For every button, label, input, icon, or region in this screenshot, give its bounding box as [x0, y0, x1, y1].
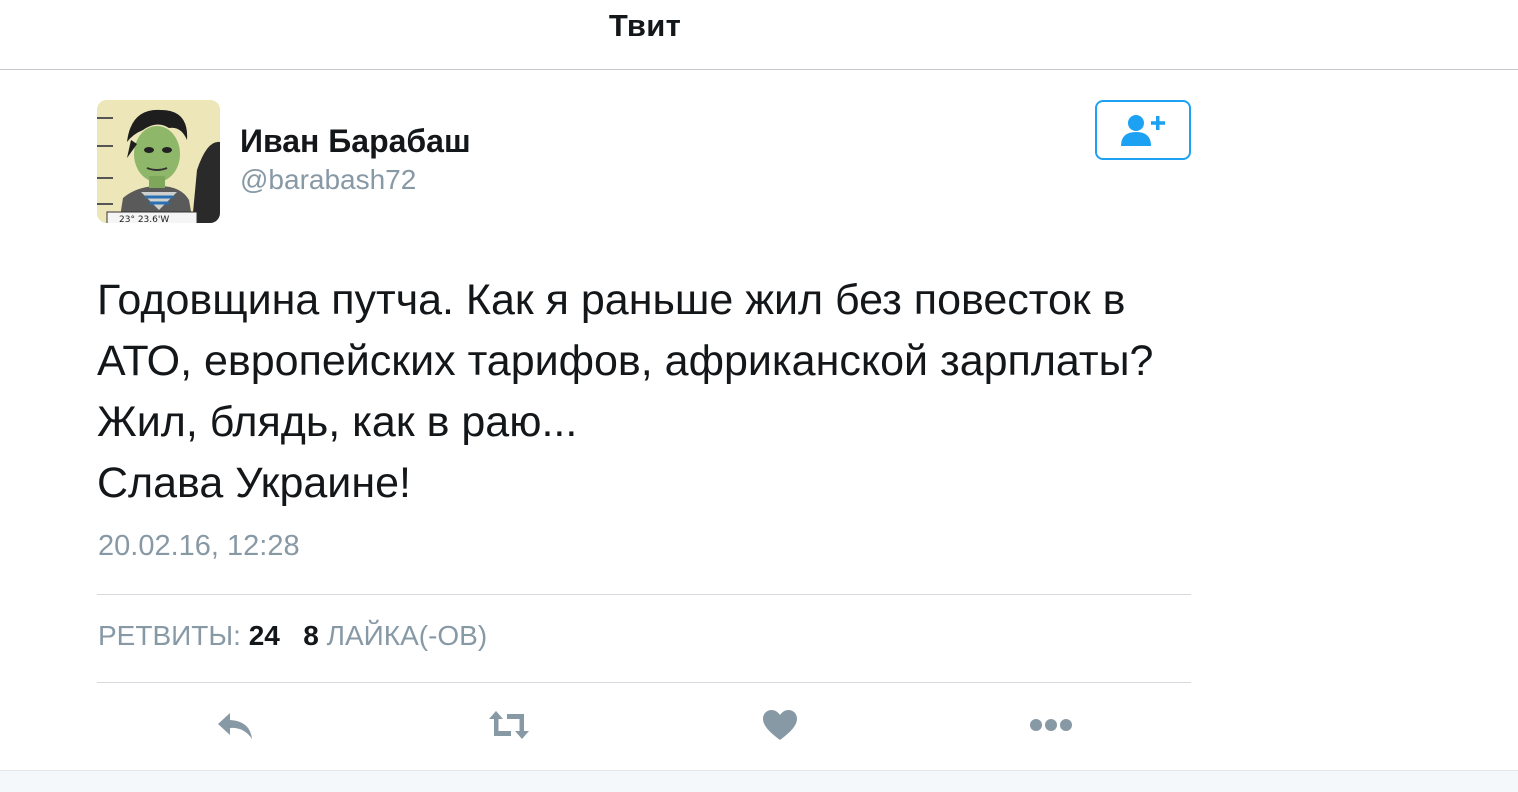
heart-icon: [763, 710, 797, 740]
follow-button[interactable]: [1095, 100, 1191, 160]
divider: [97, 682, 1191, 683]
more-icon: [1030, 719, 1072, 731]
author-handle[interactable]: @barabash72: [240, 164, 416, 196]
likes-label: ЛАЙКА(-ОВ): [326, 620, 488, 651]
avatar-placard-text: 23° 23.6'W: [119, 215, 169, 223]
retweets-count[interactable]: 24: [249, 620, 280, 651]
avatar-image: 23° 23.6'W: [97, 100, 220, 223]
likes-count[interactable]: 8: [303, 620, 319, 651]
like-button[interactable]: [760, 705, 800, 745]
tweet-stats: РЕТВИТЫ: 24 8 ЛАЙКА(-ОВ): [98, 620, 487, 652]
page-title: Твит: [608, 8, 682, 43]
tweet-text-line: Годовщина путча. Как я раньше жил без по…: [97, 276, 1126, 324]
retweet-button[interactable]: [485, 705, 533, 745]
tweet-text-line: Слава Украине!: [97, 459, 411, 507]
divider: [97, 594, 1191, 595]
more-button[interactable]: [1028, 705, 1076, 745]
avatar[interactable]: 23° 23.6'W: [97, 100, 220, 223]
reply-icon: [218, 713, 252, 739]
add-user-icon: [1121, 115, 1165, 146]
tweet-text: Годовщина путча. Как я раньше жил без по…: [97, 270, 1197, 514]
tweet-text-line: Жил, блядь, как в раю...: [97, 398, 578, 446]
retweet-icon: [489, 711, 529, 739]
retweets-label: РЕТВИТЫ:: [98, 620, 241, 651]
reply-button[interactable]: [216, 705, 256, 745]
tweet-text-line: АТО, европейских тарифов, африканской за…: [97, 337, 1154, 385]
timestamp: 20.02.16, 12:28: [98, 530, 300, 562]
bottom-separator: [0, 770, 1518, 792]
author-name[interactable]: Иван Барабаш: [240, 123, 471, 160]
nav-bar: Твит: [0, 0, 1518, 70]
